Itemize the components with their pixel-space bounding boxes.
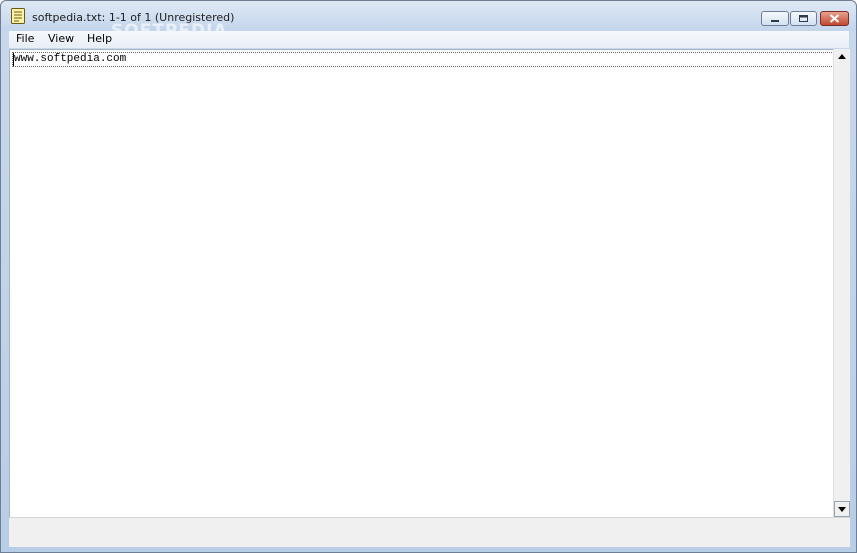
notepad-icon[interactable] (11, 8, 25, 24)
menu-file[interactable]: File (15, 32, 35, 45)
status-bar (9, 517, 850, 547)
scroll-down-button[interactable] (834, 501, 850, 517)
editor-line[interactable]: www.softpedia.com (12, 52, 834, 67)
scroll-up-button[interactable] (834, 49, 850, 65)
text-editor[interactable]: www.softpedia.com (9, 49, 850, 517)
close-button[interactable] (820, 11, 849, 26)
title-bar[interactable]: softpedia.txt: 1-1 of 1 (Unregistered) S… (1, 1, 856, 41)
maximize-button[interactable] (790, 11, 817, 26)
menu-view[interactable]: View (47, 32, 75, 45)
menu-help[interactable]: Help (86, 32, 113, 45)
menu-bar: File View Help (9, 31, 849, 48)
app-window: softpedia.txt: 1-1 of 1 (Unregistered) S… (0, 0, 857, 553)
vertical-scrollbar[interactable] (833, 49, 850, 517)
minimize-button[interactable] (761, 11, 789, 26)
text-caret (13, 53, 14, 66)
